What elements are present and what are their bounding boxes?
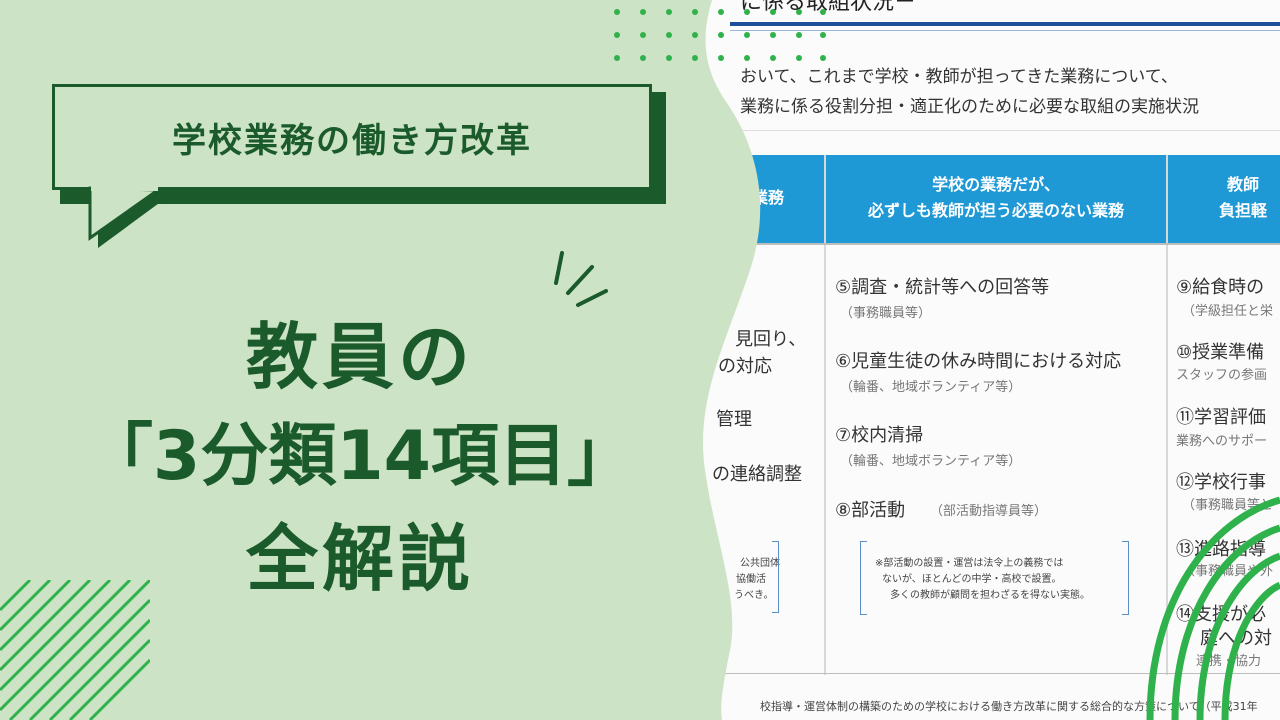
hatch-pattern: [0, 580, 150, 720]
title-line-2: 「3分類14項目」: [85, 417, 635, 496]
speech-bubble-tail: [88, 186, 166, 248]
arc-decoration: [1146, 496, 1280, 720]
title-line-1: 教員の: [245, 315, 474, 399]
dot-pattern: [614, 9, 826, 61]
bubble-label: 学校業務の働き方改革: [172, 120, 532, 161]
title-line-3: 全解説: [245, 517, 474, 601]
